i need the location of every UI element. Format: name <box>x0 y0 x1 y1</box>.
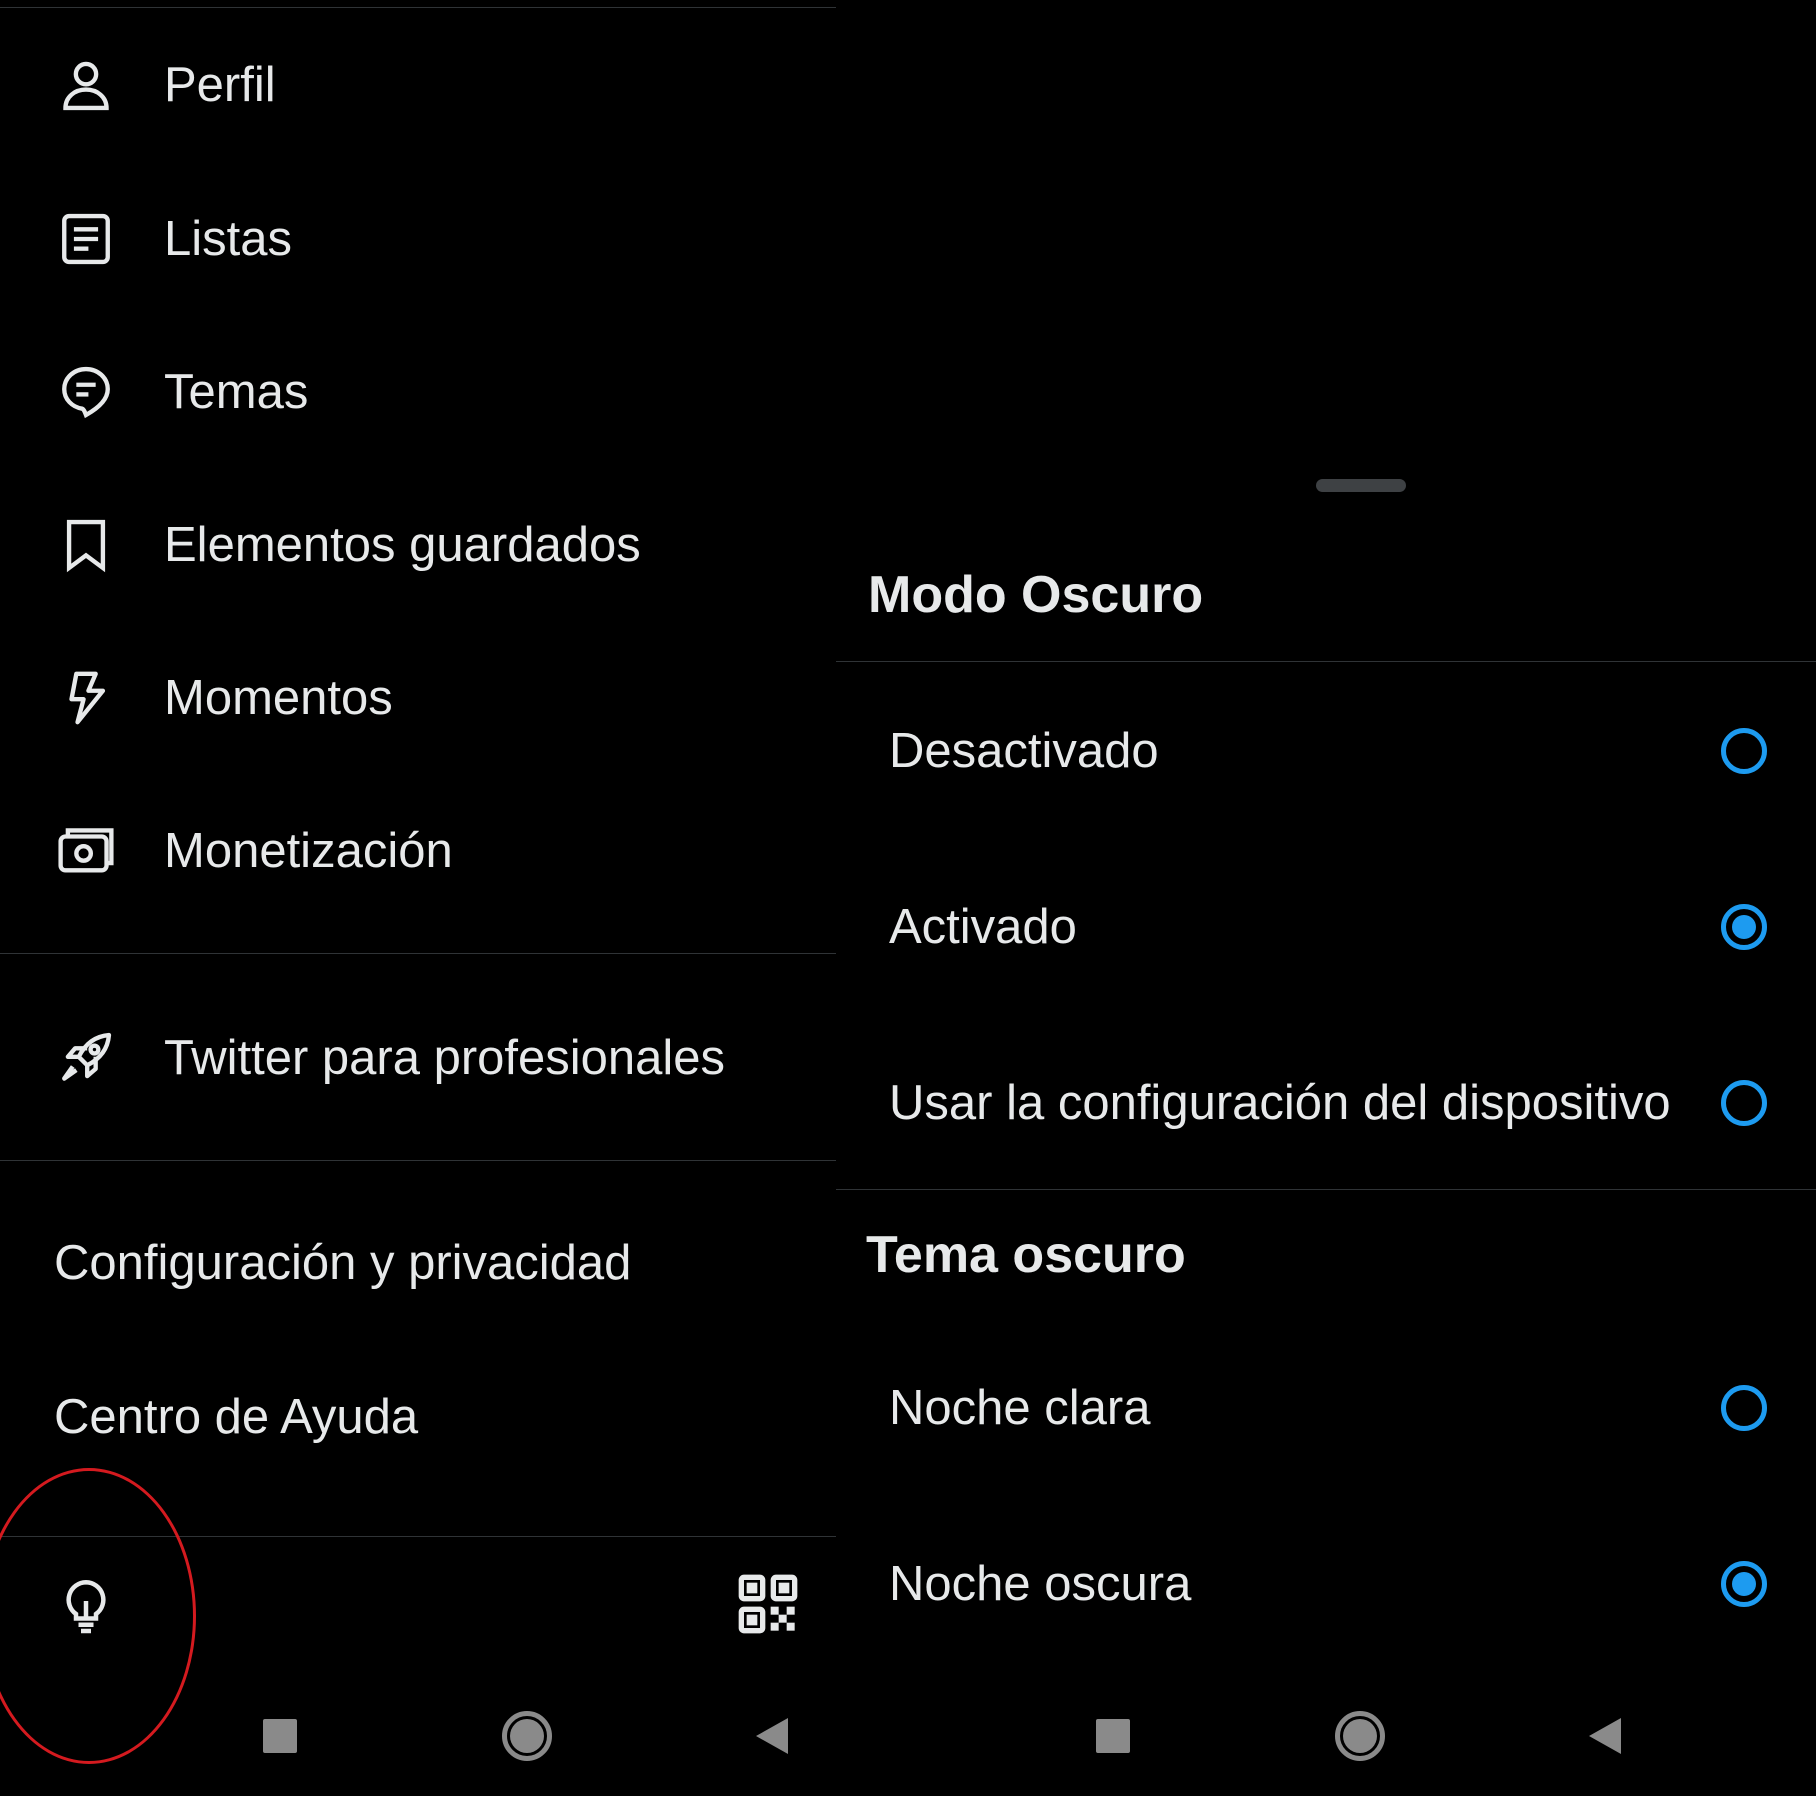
option-label: Usar la configuración del dispositivo <box>889 1076 1671 1130</box>
settings-privacy-link[interactable]: Configuración y privacidad <box>0 1198 836 1328</box>
red-annotation-circle <box>0 1468 196 1764</box>
money-icon <box>56 821 116 881</box>
help-center-link[interactable]: Centro de Ayuda <box>0 1352 836 1482</box>
menu-item-monetizacion[interactable]: Monetización <box>0 786 836 916</box>
drawer-divider <box>0 953 836 954</box>
back-triangle-icon[interactable] <box>740 1704 804 1768</box>
menu-item-label: Momentos <box>164 671 393 725</box>
option-label: Noche clara <box>889 1381 1151 1435</box>
help-center-label: Centro de Ayuda <box>54 1390 419 1444</box>
rocket-icon <box>56 1028 116 1088</box>
display-bottom-sheet: Modo Oscuro Desactivado Activado Usar la… <box>836 0 1816 1796</box>
top-divider <box>0 7 860 8</box>
home-circle-icon[interactable] <box>1328 1704 1392 1768</box>
menu-item-twitter-profesionales[interactable]: Twitter para profesionales <box>0 993 836 1123</box>
radio-button[interactable] <box>1721 1385 1767 1431</box>
settings-privacy-label: Configuración y privacidad <box>54 1236 632 1290</box>
recents-square-icon[interactable] <box>248 1704 312 1768</box>
menu-item-listas[interactable]: Listas <box>0 174 836 304</box>
menu-item-label: Temas <box>164 365 309 419</box>
drawer-divider <box>0 1160 836 1161</box>
option-noche-oscura[interactable]: Noche oscura <box>836 1509 1816 1659</box>
option-activado[interactable]: Activado <box>836 852 1816 1002</box>
option-usar-configuracion-dispositivo[interactable]: Usar la configuración del dispositivo <box>836 1028 1816 1178</box>
radio-button-selected[interactable] <box>1721 1561 1767 1607</box>
navigation-drawer: Perfil Listas Temas Elementos guardados … <box>0 0 860 1796</box>
qr-code-icon[interactable] <box>736 1572 800 1636</box>
menu-item-perfil[interactable]: Perfil <box>0 20 836 150</box>
list-icon <box>56 209 116 269</box>
bookmark-icon <box>56 515 116 575</box>
person-icon <box>56 55 116 115</box>
menu-item-label: Listas <box>164 212 293 266</box>
option-noche-clara[interactable]: Noche clara <box>836 1333 1816 1483</box>
dark-mode-title: Modo Oscuro <box>868 566 1204 624</box>
option-label: Noche oscura <box>889 1557 1192 1611</box>
radio-button[interactable] <box>1721 728 1767 774</box>
lightning-icon <box>56 668 116 728</box>
option-label: Desactivado <box>889 724 1159 778</box>
sheet-divider <box>836 1189 1816 1190</box>
option-label: Activado <box>889 900 1077 954</box>
dark-theme-title: Tema oscuro <box>866 1226 1186 1284</box>
menu-item-label: Perfil <box>164 58 276 112</box>
menu-item-label: Monetización <box>164 824 453 878</box>
menu-item-temas[interactable]: Temas <box>0 327 836 457</box>
menu-item-momentos[interactable]: Momentos <box>0 633 836 763</box>
topics-icon <box>56 362 116 422</box>
home-circle-icon[interactable] <box>495 1704 559 1768</box>
menu-item-label: Elementos guardados <box>164 518 641 572</box>
option-desactivado[interactable]: Desactivado <box>836 676 1816 826</box>
recents-square-icon[interactable] <box>1081 1704 1145 1768</box>
sheet-divider <box>836 661 1816 662</box>
menu-item-elementos-guardados[interactable]: Elementos guardados <box>0 480 836 610</box>
back-triangle-icon[interactable] <box>1573 1704 1637 1768</box>
menu-item-label: Twitter para profesionales <box>164 1031 726 1085</box>
sheet-drag-handle[interactable] <box>1316 479 1406 492</box>
radio-button-selected[interactable] <box>1721 904 1767 950</box>
radio-button[interactable] <box>1721 1080 1767 1126</box>
